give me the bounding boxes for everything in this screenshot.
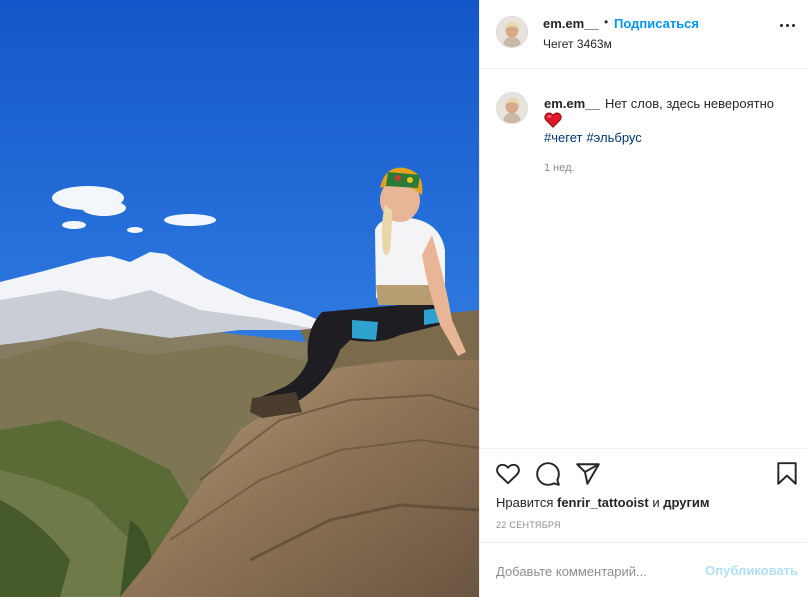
hashtag-link[interactable]: #чегет — [544, 130, 582, 145]
follow-button[interactable]: Подписаться — [614, 16, 699, 31]
avatar-image — [497, 93, 527, 123]
author-avatar[interactable] — [496, 16, 528, 48]
caption-time: 1 нед. — [544, 162, 575, 174]
bookmark-icon[interactable] — [774, 461, 800, 487]
post-header: em.em__ • Подписаться Чегет 3463м — [480, 0, 807, 69]
comment-icon[interactable] — [535, 461, 561, 487]
comment-input[interactable] — [496, 561, 686, 581]
caption-username[interactable]: em.em__ — [544, 96, 600, 111]
more-options-icon[interactable] — [780, 24, 802, 34]
likes-prefix: Нравится — [496, 495, 554, 510]
post-actions: Нравится fenrir_tattooist и другим 22 СЕ… — [480, 448, 807, 542]
publish-button[interactable]: Опубликовать — [705, 563, 798, 578]
likes-and: и — [652, 495, 660, 510]
caption-avatar[interactable] — [496, 92, 528, 124]
location-link[interactable]: Чегет 3463м — [543, 37, 612, 51]
post-date: 22 СЕНТЯБРЯ — [496, 520, 561, 530]
heart-icon[interactable] — [495, 461, 521, 487]
author-username[interactable]: em.em__ — [543, 16, 599, 31]
likes-others-link[interactable]: другим — [663, 495, 709, 510]
caption-text: Нет слов, здесь невероятно — [605, 96, 774, 111]
post-dialog: em.em__ • Подписаться Чегет 3463м em.em_… — [0, 0, 807, 597]
share-icon[interactable] — [575, 461, 601, 487]
add-comment-bar: Опубликовать — [480, 542, 807, 597]
hashtag-link[interactable]: #эльбрус — [586, 130, 641, 145]
hashtags: #чегет #эльбрус — [544, 130, 646, 145]
post-sidebar: em.em__ • Подписаться Чегет 3463м em.em_… — [479, 0, 807, 597]
likes-summary: Нравится fenrir_tattooist и другим — [496, 495, 710, 510]
separator-dot: • — [604, 15, 609, 29]
avatar-image — [497, 17, 527, 47]
mountain-photo — [0, 0, 479, 597]
post-photo[interactable] — [0, 0, 479, 597]
liker-username[interactable]: fenrir_tattooist — [557, 495, 649, 510]
red-heart-emoji — [544, 112, 562, 128]
